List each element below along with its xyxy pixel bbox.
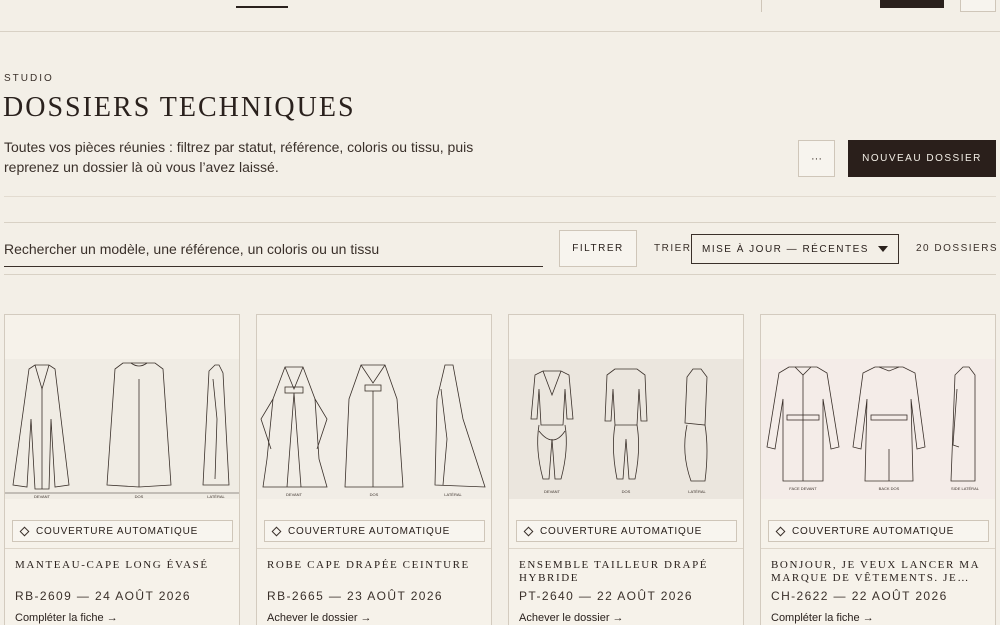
sort-select-value: MISE À JOUR — RÉCENTES — [702, 243, 869, 255]
page-title: DOSSIERS TECHNIQUES — [3, 92, 356, 123]
view-label-back: BACK DOS — [879, 486, 900, 491]
topbar-secondary-button[interactable] — [960, 0, 996, 12]
view-label-front: DEVANT — [286, 492, 302, 497]
more-options-button[interactable]: ··· — [798, 140, 835, 177]
view-label-front: FACE DEVANT — [789, 486, 817, 491]
dossier-card[interactable]: DEVANT DOS LATÉRAL COUVERTURE AUTOMATIQU… — [508, 314, 744, 625]
card-title: BONJOUR, JE VEUX LANCER MA MARQUE DE VÊT… — [771, 559, 980, 584]
card-reference: CH-2622 — 22 AOÛT 2026 — [771, 589, 948, 603]
section-eyebrow: STUDIO — [4, 73, 54, 84]
card-reference: RB-2609 — 24 AOÛT 2026 — [15, 589, 191, 603]
diamond-icon — [19, 526, 30, 536]
card-reference: RB-2665 — 23 AOÛT 2026 — [267, 589, 443, 603]
view-label-side: LATÉRAL — [688, 489, 706, 494]
view-label-back: DOS — [370, 492, 379, 497]
card-title: ENSEMBLE TAILLEUR DRAPÉ HYBRIDE — [519, 559, 709, 584]
active-tab-indicator — [236, 6, 288, 8]
header-divider — [4, 196, 996, 197]
view-label-side: LATÉRAL — [444, 492, 462, 497]
flat-sketch-shirt-dress: FACE DEVANT BACK DOS SIDE LATÉRAL — [761, 359, 995, 499]
flat-sketch-drape-suit: DEVANT DOS LATÉRAL — [509, 359, 743, 499]
toolbar-top-divider — [4, 222, 996, 223]
flat-sketch-cape-coat: DEVANT DOS LATÉRAL — [5, 359, 239, 499]
dossier-count: 20 DOSSIERS — [916, 243, 999, 254]
toolbar-bottom-divider — [4, 274, 996, 275]
view-label-back: DOS — [135, 494, 144, 499]
search-input[interactable]: Rechercher un modèle, une référence, un … — [4, 231, 543, 267]
topbar-primary-button[interactable] — [880, 0, 944, 8]
dossier-card[interactable]: FACE DEVANT BACK DOS SIDE LATÉRAL COUVER… — [760, 314, 996, 625]
card-title: MANTEAU-CAPE LONG ÉVASÉ — [15, 559, 209, 571]
diamond-icon — [271, 526, 282, 536]
view-label-front: DEVANT — [34, 494, 50, 499]
card-action-link[interactable]: Achever le dossier → — [519, 612, 624, 624]
status-badge: COUVERTURE AUTOMATIQUE — [12, 520, 233, 542]
new-dossier-button[interactable]: NOUVEAU DOSSIER — [848, 140, 996, 177]
card-divider — [5, 548, 239, 549]
card-action-link[interactable]: Compléter la fiche → — [771, 612, 874, 624]
status-badge: COUVERTURE AUTOMATIQUE — [264, 520, 485, 542]
card-divider — [761, 548, 995, 549]
status-badge: COUVERTURE AUTOMATIQUE — [768, 520, 989, 542]
diamond-icon — [775, 526, 786, 536]
status-badge: COUVERTURE AUTOMATIQUE — [516, 520, 737, 542]
sort-select[interactable]: MISE À JOUR — RÉCENTES — [691, 234, 899, 264]
filter-button[interactable]: FILTRER — [559, 230, 637, 267]
card-action-link[interactable]: Achever le dossier → — [267, 612, 372, 624]
card-divider — [509, 548, 743, 549]
flat-sketch-drape-dress: DEVANT DOS LATÉRAL — [257, 359, 491, 499]
sort-label: TRIER — [654, 243, 692, 254]
topbar-divider — [761, 0, 762, 12]
diamond-icon — [523, 526, 534, 536]
view-label-side: SIDE LATÉRAL — [951, 486, 980, 491]
top-bar — [0, 0, 1000, 32]
chevron-down-icon — [878, 246, 888, 252]
card-reference: PT-2640 — 22 AOÛT 2026 — [519, 589, 693, 603]
card-divider — [257, 548, 491, 549]
page-description: Toutes vos pièces réunies : filtrez par … — [4, 139, 474, 175]
card-title: ROBE CAPE DRAPÉE CEINTURE — [267, 559, 470, 571]
view-label-side: LATÉRAL — [207, 494, 225, 499]
dossier-card[interactable]: DEVANT DOS LATÉRAL COUVERTURE AUTOMATIQU… — [256, 314, 492, 625]
dossier-card[interactable]: DEVANT DOS LATÉRAL COUVERTURE AUTOMATIQU… — [4, 314, 240, 625]
card-action-link[interactable]: Compléter la fiche → — [15, 612, 118, 624]
view-label-back: DOS — [622, 489, 631, 494]
view-label-front: DEVANT — [544, 489, 560, 494]
